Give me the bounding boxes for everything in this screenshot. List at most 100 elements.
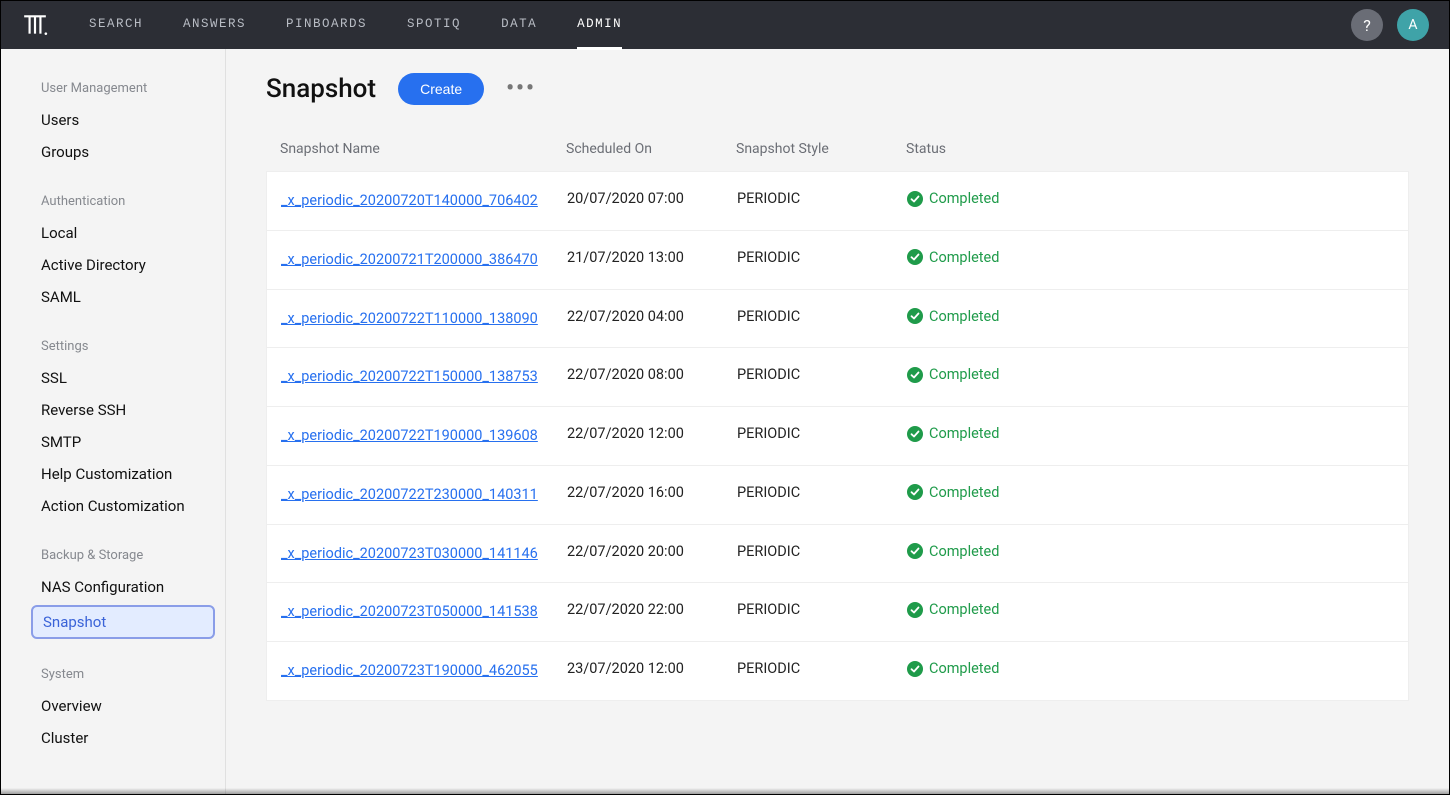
table-row: _x_periodic_20200722T190000_139608 22/07/… [267,407,1408,466]
check-circle-icon [907,426,923,442]
cell-name: _x_periodic_20200722T190000_139608 [267,425,567,447]
cell-scheduled: 22/07/2020 04:00 [567,308,737,325]
snapshot-link[interactable]: _x_periodic_20200722T150000_138753 [281,368,538,385]
sidebar-item-reverse-ssh[interactable]: Reverse SSH [1,394,225,426]
snapshot-link[interactable]: _x_periodic_20200720T140000_706402 [281,192,538,209]
cell-scheduled: 20/07/2020 07:00 [567,190,737,207]
sidebar-group-label: User Management [1,73,225,104]
cell-status: Completed [907,425,1408,442]
status-text: Completed [929,190,999,207]
sidebar-item-cluster[interactable]: Cluster [1,722,225,754]
check-circle-icon [907,249,923,265]
status-text: Completed [929,249,999,266]
table-row: _x_periodic_20200722T150000_138753 22/07/… [267,348,1408,407]
col-header-name: Snapshot Name [266,141,566,157]
admin-sidebar: User ManagementUsersGroups Authentication… [1,49,226,794]
nav-item-search[interactable]: SEARCH [89,1,143,50]
nav-item-admin[interactable]: ADMIN [577,1,622,50]
cell-scheduled: 23/07/2020 12:00 [567,660,737,677]
nav-item-spotiq[interactable]: SPOTIQ [407,1,461,50]
cell-status: Completed [907,308,1408,325]
cell-scheduled: 22/07/2020 12:00 [567,425,737,442]
cell-name: _x_periodic_20200723T030000_141146 [267,543,567,565]
sidebar-item-help-customization[interactable]: Help Customization [1,458,225,490]
check-circle-icon [907,543,923,559]
table-row: _x_periodic_20200723T190000_462055 23/07/… [267,642,1408,700]
sidebar-item-users[interactable]: Users [1,104,225,136]
status-text: Completed [929,601,999,618]
status-text: Completed [929,484,999,501]
snapshot-link[interactable]: _x_periodic_20200721T200000_386470 [281,251,538,268]
sidebar-item-active-directory[interactable]: Active Directory [1,249,225,281]
status-text: Completed [929,366,999,383]
sidebar-group-label: System [1,659,225,690]
cell-status: Completed [907,249,1408,266]
cell-scheduled: 22/07/2020 08:00 [567,366,737,383]
cell-status: Completed [907,484,1408,501]
check-circle-icon [907,602,923,618]
create-button[interactable]: Create [398,73,484,105]
snapshot-link[interactable]: _x_periodic_20200722T230000_140311 [281,486,538,503]
table-row: _x_periodic_20200721T200000_386470 21/07/… [267,231,1408,290]
cell-name: _x_periodic_20200722T110000_138090 [267,308,567,330]
cell-style: PERIODIC [737,543,907,560]
snapshot-link[interactable]: _x_periodic_20200722T190000_139608 [281,427,538,444]
page-title: Snapshot [266,74,376,104]
status-text: Completed [929,308,999,325]
col-header-status: Status [906,141,1409,157]
sidebar-item-action-customization[interactable]: Action Customization [1,490,225,522]
cell-status: Completed [907,190,1408,207]
sidebar-item-snapshot[interactable]: Snapshot [31,605,215,639]
sidebar-item-smtp[interactable]: SMTP [1,426,225,458]
snapshot-link[interactable]: _x_periodic_20200723T050000_141538 [281,603,538,620]
help-button[interactable]: ? [1351,9,1383,41]
cell-name: _x_periodic_20200723T190000_462055 [267,660,567,682]
status-text: Completed [929,660,999,677]
cell-status: Completed [907,543,1408,560]
cell-scheduled: 21/07/2020 13:00 [567,249,737,266]
cell-scheduled: 22/07/2020 20:00 [567,543,737,560]
app-logo[interactable] [21,11,49,39]
more-actions-icon[interactable]: ••• [506,78,536,100]
sidebar-item-ssl[interactable]: SSL [1,362,225,394]
sidebar-item-overview[interactable]: Overview [1,690,225,722]
col-header-style: Snapshot Style [736,141,906,157]
table-row: _x_periodic_20200723T050000_14153822/07/… [267,583,1408,642]
cell-name: _x_periodic_20200721T200000_386470 [267,249,567,271]
snapshot-link[interactable]: _x_periodic_20200723T190000_462055 [281,662,538,679]
table-row: _x_periodic_20200720T140000_706402 20/07/… [267,172,1408,231]
sidebar-group-label: Settings [1,331,225,362]
nav-items: SEARCH ANSWERS PINBOARDS SPOTIQ DATA ADMIN [89,1,1351,50]
nav-item-pinboards[interactable]: PINBOARDS [286,1,367,50]
check-circle-icon [907,661,923,677]
snapshot-link[interactable]: _x_periodic_20200722T110000_138090 [281,310,538,327]
table-row: _x_periodic_20200722T230000_140311 22/07/… [267,466,1408,525]
sidebar-group-label: Authentication [1,186,225,217]
cell-name: _x_periodic_20200720T140000_706402 [267,190,567,212]
cell-style: PERIODIC [737,366,907,383]
cell-style: PERIODIC [737,484,907,501]
user-avatar[interactable]: A [1397,9,1429,41]
sidebar-item-nas-configuration[interactable]: NAS Configuration [1,571,225,603]
cell-status: Completed [907,366,1408,383]
table-row: _x_periodic_20200722T110000_138090 22/07/… [267,290,1408,349]
cell-status: Completed [907,660,1408,677]
status-text: Completed [929,425,999,442]
check-circle-icon [907,191,923,207]
cell-status: Completed [907,601,1408,618]
cell-name: _x_periodic_20200722T150000_138753 [267,366,567,388]
table-row: _x_periodic_20200723T030000_141146 22/07/… [267,525,1408,584]
check-circle-icon [907,308,923,324]
snapshot-link[interactable]: _x_periodic_20200723T030000_141146 [281,545,538,562]
col-header-scheduled: Scheduled On [566,141,736,157]
cell-style: PERIODIC [737,190,907,207]
nav-item-answers[interactable]: ANSWERS [183,1,246,50]
cell-style: PERIODIC [737,660,907,677]
sidebar-group-label: Backup & Storage [1,540,225,571]
sidebar-item-groups[interactable]: Groups [1,136,225,168]
cell-scheduled: 22/07/2020 16:00 [567,484,737,501]
sidebar-item-saml[interactable]: SAML [1,281,225,313]
sidebar-item-local[interactable]: Local [1,217,225,249]
nav-item-data[interactable]: DATA [501,1,537,50]
content-area: Snapshot Create ••• Snapshot Name Schedu… [226,49,1449,794]
